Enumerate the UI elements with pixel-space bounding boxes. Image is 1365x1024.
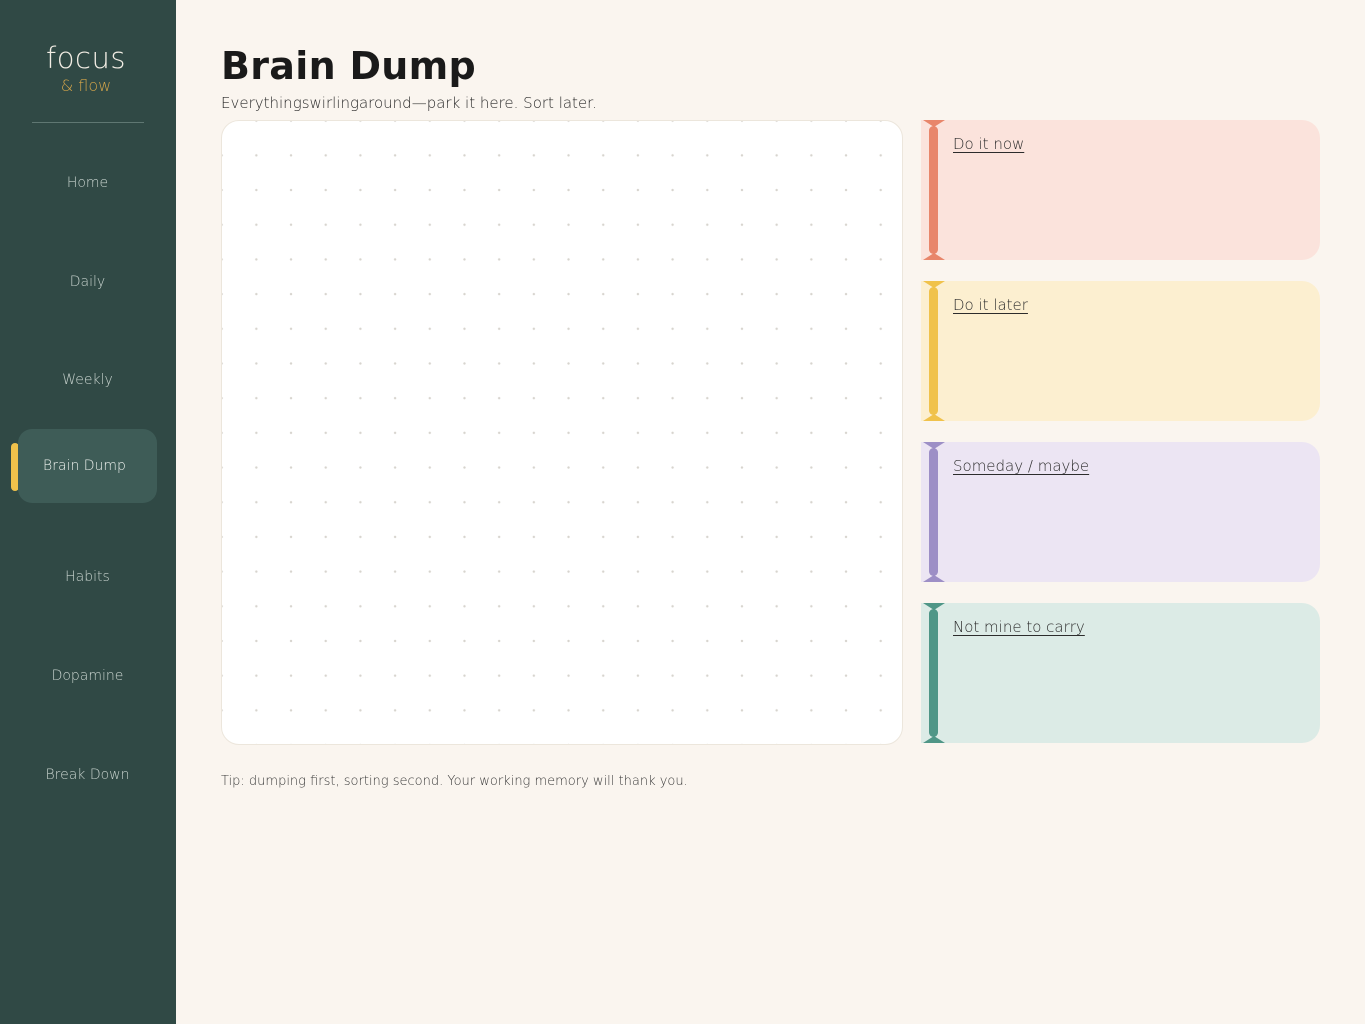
- bucket-label[interactable]: Do it now: [953, 134, 1024, 154]
- page-title: Brain Dump: [221, 44, 477, 88]
- sidebar-item-home[interactable]: Home: [18, 146, 157, 220]
- page-subtitle: Everythingswirlingaround—park it here. S…: [221, 94, 597, 112]
- brain-dump-canvas[interactable]: [221, 120, 903, 745]
- bucket-accent-bar: [929, 126, 938, 254]
- sidebar-item-label: Dopamine: [51, 668, 124, 684]
- brand-divider: [32, 122, 144, 123]
- bucket-accent-bar: [929, 609, 938, 737]
- bucket-notch: [923, 736, 945, 743]
- bucket-not-mine-to-carry[interactable]: Not mine to carry: [921, 603, 1320, 743]
- sidebar-item-label: Break Down: [45, 767, 130, 783]
- bucket-someday-maybe[interactable]: Someday / maybe: [921, 442, 1320, 582]
- sidebar-item-weekly[interactable]: Weekly: [18, 343, 157, 417]
- bucket-do-it-later[interactable]: Do it later: [921, 281, 1320, 421]
- sidebar-item-label: Weekly: [62, 372, 113, 388]
- bucket-label[interactable]: Someday / maybe: [953, 456, 1089, 476]
- sidebar: focus & flow Home Daily Weekly Brain Dum…: [0, 0, 176, 1024]
- sidebar-item-label: Daily: [69, 274, 106, 290]
- bucket-notch: [923, 575, 945, 582]
- sidebar-item-dopamine[interactable]: Dopamine: [18, 639, 157, 713]
- bucket-notch: [923, 253, 945, 260]
- sidebar-item-habits[interactable]: Habits: [18, 540, 157, 614]
- bucket-accent-bar: [929, 287, 938, 415]
- brand-name: focus: [46, 41, 126, 75]
- bucket-label[interactable]: Not mine to carry: [953, 617, 1085, 637]
- bucket-label[interactable]: Do it later: [953, 295, 1028, 315]
- bucket-do-it-now[interactable]: Do it now: [921, 120, 1320, 260]
- brand: focus & flow: [0, 40, 172, 96]
- sidebar-item-label: Habits: [65, 569, 110, 585]
- tip-text: Tip: dumping first, sorting second. Your…: [221, 774, 688, 789]
- sidebar-item-label: Home: [66, 175, 109, 191]
- sidebar-item-brain-dump[interactable]: Brain Dump: [18, 429, 157, 503]
- bucket-accent-bar: [929, 448, 938, 576]
- sidebar-item-daily[interactable]: Daily: [18, 245, 157, 319]
- brand-subtitle: & flow: [60, 76, 112, 95]
- bucket-notch: [923, 414, 945, 421]
- sidebar-item-break-down[interactable]: Break Down: [18, 738, 157, 812]
- sidebar-item-label: Brain Dump: [43, 458, 126, 474]
